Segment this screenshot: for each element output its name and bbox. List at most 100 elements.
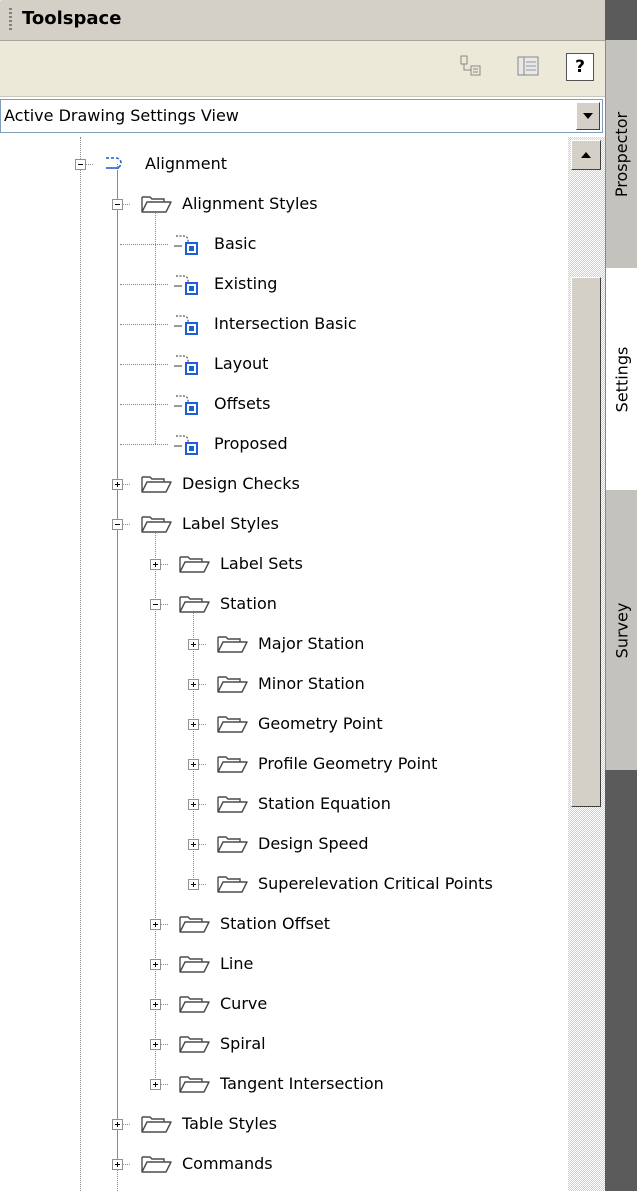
tree-connector: [199, 644, 206, 645]
expand-icon[interactable]: [188, 759, 199, 770]
tree-node[interactable]: Table Styles: [0, 1104, 568, 1144]
title-bar[interactable]: Toolspace: [0, 0, 605, 41]
tree-node[interactable]: Label Sets: [0, 544, 568, 584]
tree-connector: [161, 1044, 168, 1045]
style-icon: [172, 272, 206, 296]
expand-icon[interactable]: [188, 719, 199, 730]
expand-icon[interactable]: [150, 559, 161, 570]
chevron-down-icon: [583, 113, 593, 119]
style-icon: [172, 432, 206, 456]
tree-node[interactable]: Design Checks: [0, 464, 568, 504]
tree-node[interactable]: Line: [0, 944, 568, 984]
tree-item[interactable]: Layout: [0, 344, 568, 384]
tree-node[interactable]: Profile Geometry Point: [0, 744, 568, 784]
tab-prospector[interactable]: Prospector: [605, 40, 637, 268]
tree-node[interactable]: Design Speed: [0, 824, 568, 864]
tree-connector: [199, 764, 206, 765]
tree-node-label: Basic: [214, 234, 257, 253]
expand-icon[interactable]: [188, 639, 199, 650]
collapse-icon[interactable]: [112, 519, 123, 530]
palette-tabs: Prospector Settings Survey: [605, 0, 637, 770]
tree-node[interactable]: Alignment Styles: [0, 184, 568, 224]
tree-node[interactable]: Superelevation Critical Points: [0, 864, 568, 904]
style-icon: [172, 232, 206, 256]
expand-icon[interactable]: [150, 1039, 161, 1050]
expand-icon[interactable]: [112, 479, 123, 490]
list-view-button[interactable]: [513, 51, 543, 81]
tree-node-label: Design Speed: [258, 834, 369, 853]
tree-item[interactable]: Proposed: [0, 424, 568, 464]
tree-connector: [161, 564, 168, 565]
tree-node[interactable]: Major Station: [0, 624, 568, 664]
tree-connector: [199, 804, 206, 805]
tree-connector: [86, 164, 93, 165]
expand-icon[interactable]: [150, 1079, 161, 1090]
expand-icon[interactable]: [150, 999, 161, 1010]
tab-settings[interactable]: Settings: [605, 268, 637, 490]
tree-scrollbar[interactable]: [568, 137, 605, 1191]
collapse-icon[interactable]: [150, 599, 161, 610]
tree-connector: [120, 364, 168, 365]
item-view-button[interactable]: [456, 51, 486, 81]
tree-item[interactable]: Basic: [0, 224, 568, 264]
expand-icon[interactable]: [188, 799, 199, 810]
tree-node[interactable]: Station: [0, 584, 568, 624]
tree-node[interactable]: Commands: [0, 1144, 568, 1184]
drag-grip[interactable]: [9, 8, 12, 32]
folder-icon: [216, 712, 250, 736]
tree-connector: [123, 524, 130, 525]
folder-icon: [140, 1152, 174, 1176]
tree-node-label: Label Styles: [182, 514, 279, 533]
expand-icon[interactable]: [150, 959, 161, 970]
tree-item[interactable]: Existing: [0, 264, 568, 304]
settings-tree: Alignment Alignment Styles Basic Existing In…: [0, 137, 568, 1191]
tree-node-label: Spiral: [220, 1034, 266, 1053]
tree-connector: [199, 844, 206, 845]
tree-node[interactable]: Alignment: [0, 144, 568, 184]
tree-node[interactable]: Label Styles: [0, 504, 568, 544]
folder-icon: [178, 592, 212, 616]
view-selector[interactable]: Active Drawing Settings View: [0, 99, 603, 133]
folder-icon: [140, 192, 174, 216]
tree-node[interactable]: Curve: [0, 984, 568, 1024]
tree-node[interactable]: Tangent Intersection: [0, 1064, 568, 1104]
tree-connector: [120, 404, 168, 405]
toolspace-panel: Toolspace ? Active Drawing Settings View…: [0, 0, 605, 1191]
tree-node-label: Alignment: [145, 154, 227, 173]
tree-node-label: Station Offset: [220, 914, 331, 933]
tree-node-label: Line: [220, 954, 254, 973]
help-button[interactable]: ?: [566, 53, 594, 81]
tree-node-label: Profile Geometry Point: [258, 754, 438, 773]
tree-item[interactable]: Offsets: [0, 384, 568, 424]
scroll-up-button[interactable]: [571, 140, 601, 170]
expand-icon[interactable]: [150, 919, 161, 930]
tree-node-label: Curve: [220, 994, 268, 1013]
expand-icon[interactable]: [112, 1159, 123, 1170]
expand-icon[interactable]: [188, 839, 199, 850]
tree-node-label: Minor Station: [258, 674, 365, 693]
folder-icon: [140, 1112, 174, 1136]
expand-icon[interactable]: [112, 1119, 123, 1130]
tab-label: Settings: [612, 346, 631, 412]
collapse-icon[interactable]: [112, 199, 123, 210]
tree-item[interactable]: Intersection Basic: [0, 304, 568, 344]
tree-connector: [161, 964, 168, 965]
view-selector-value: Active Drawing Settings View: [4, 106, 239, 125]
tree-node[interactable]: Geometry Point: [0, 704, 568, 744]
expand-icon[interactable]: [188, 679, 199, 690]
tree-node-label: Existing: [214, 274, 278, 293]
collapse-icon[interactable]: [75, 159, 86, 170]
tree-connector: [161, 604, 168, 605]
tree-node[interactable]: Spiral: [0, 1024, 568, 1064]
tree-node[interactable]: Station Offset: [0, 904, 568, 944]
view-selector-dropdown-button[interactable]: [576, 102, 600, 130]
tree-node[interactable]: Station Equation: [0, 784, 568, 824]
tab-survey[interactable]: Survey: [605, 490, 637, 770]
chevron-up-icon: [581, 152, 591, 158]
tree-connector: [123, 1124, 130, 1125]
tree-node-label: Alignment Styles: [182, 194, 318, 213]
expand-icon[interactable]: [188, 879, 199, 890]
tree-node-label: Design Checks: [182, 474, 300, 493]
scroll-thumb[interactable]: [571, 277, 601, 807]
tree-node[interactable]: Minor Station: [0, 664, 568, 704]
